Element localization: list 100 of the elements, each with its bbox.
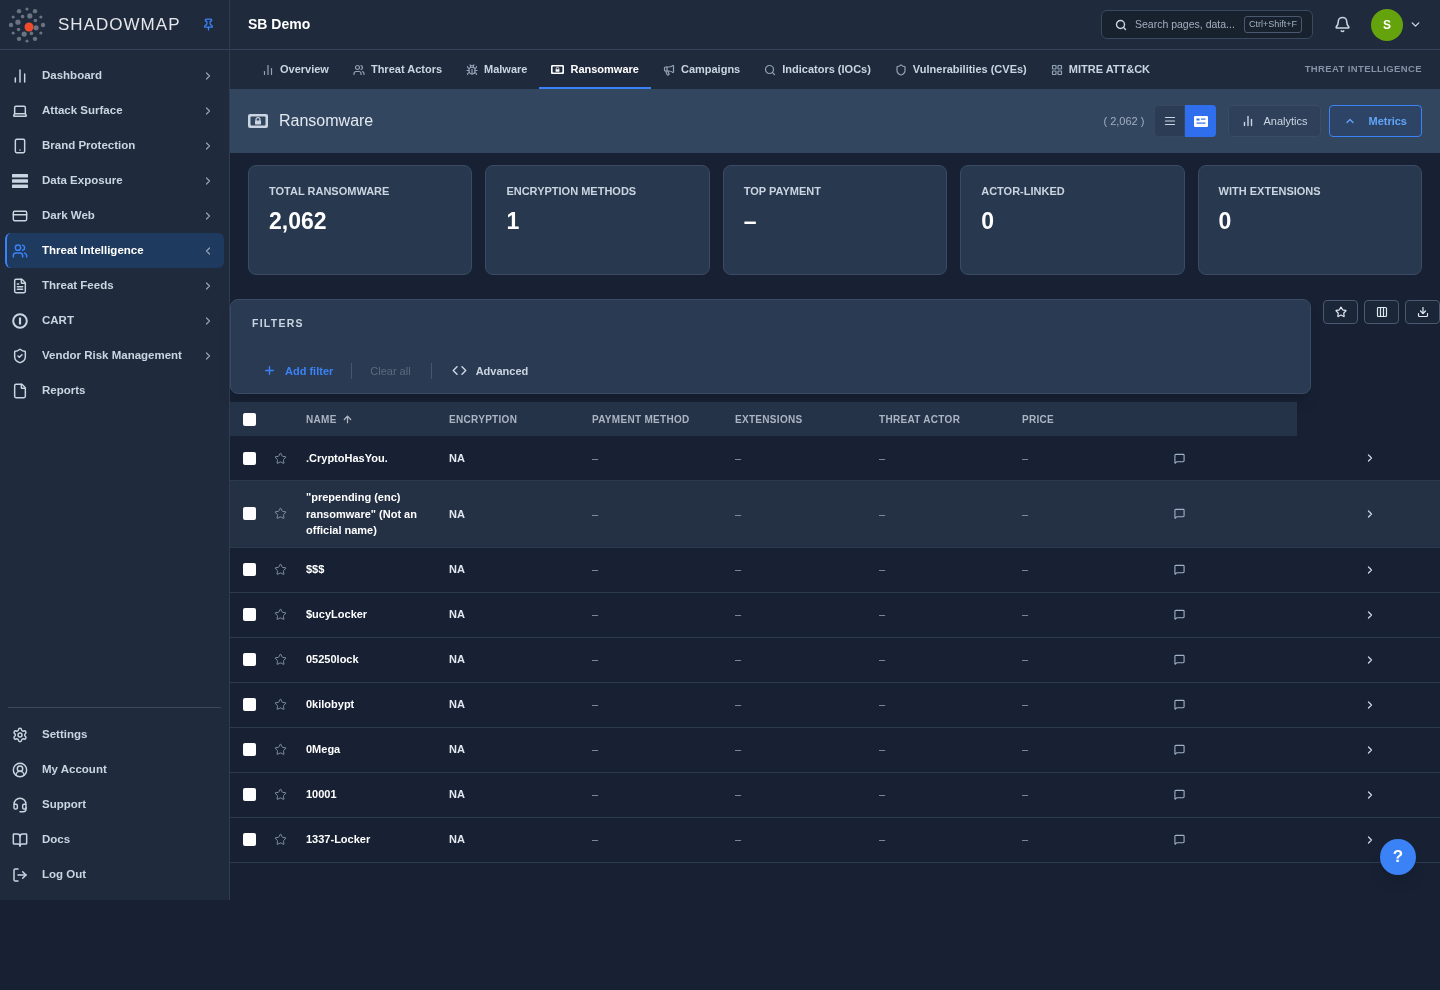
bell-icon[interactable] <box>1334 16 1351 33</box>
tab[interactable]: Indicators (IOCs) <box>752 50 883 89</box>
sidebar-item[interactable]: Dashboard <box>5 58 224 93</box>
table-cell-text: – <box>879 742 886 758</box>
table-cell-text: – <box>592 742 599 758</box>
bug-icon <box>466 63 479 76</box>
column-header[interactable]: THREAT ACTOR <box>879 411 961 427</box>
column-header[interactable]: ENCRYPTION <box>449 411 518 427</box>
section-label: THREAT INTELLIGENCE <box>1304 62 1422 77</box>
headset-icon <box>12 796 28 813</box>
star-icon[interactable] <box>274 608 287 621</box>
star-icon[interactable] <box>274 833 287 846</box>
favorite-button[interactable] <box>1323 300 1358 324</box>
pin-icon[interactable] <box>202 18 215 31</box>
stat-label: TOP PAYMENT <box>743 184 823 199</box>
sidebar-item[interactable]: CART <box>5 303 224 338</box>
settings-icon <box>12 726 28 743</box>
tab[interactable]: MITRE ATT&CK <box>1038 50 1163 89</box>
table-cell-text: – <box>1022 607 1029 623</box>
comment-icon[interactable] <box>1174 654 1185 665</box>
table-cell-text: – <box>592 832 599 848</box>
comment-icon[interactable] <box>1174 609 1185 620</box>
tab[interactable]: Overview <box>250 50 341 89</box>
table-cell-text: – <box>735 562 742 578</box>
star-icon[interactable] <box>274 451 287 465</box>
column-header[interactable]: PAYMENT METHOD <box>592 411 690 427</box>
comment-icon[interactable] <box>1174 834 1185 845</box>
bar-chart-icon <box>1242 115 1255 127</box>
sidebar-item[interactable]: Support <box>5 787 224 822</box>
comment-icon[interactable] <box>1174 699 1185 710</box>
table-cell-text: – <box>879 450 886 466</box>
table-cell-text: NA <box>449 450 465 466</box>
column-header[interactable]: EXTENSIONS <box>735 411 803 427</box>
sidebar-item[interactable]: Threat Intelligence <box>5 233 224 268</box>
row-checkbox[interactable] <box>243 653 256 666</box>
search-input[interactable]: Search pages, data... <box>1135 16 1239 33</box>
user-circle-icon <box>12 761 28 778</box>
sidebar-item[interactable]: Data Exposure <box>5 163 224 198</box>
table-cell-text: – <box>735 652 742 668</box>
comment-icon[interactable] <box>1174 744 1185 755</box>
sidebar-item[interactable]: Brand Protection <box>5 128 224 163</box>
table-cell-text: $ucyLocker <box>306 607 368 623</box>
comment-icon[interactable] <box>1174 789 1185 800</box>
star-icon[interactable] <box>274 698 287 711</box>
sidebar-item[interactable]: Threat Feeds <box>5 268 224 303</box>
advanced-button[interactable]: Advanced <box>451 362 529 379</box>
star-icon[interactable] <box>274 743 287 756</box>
row-checkbox[interactable] <box>243 833 256 846</box>
tab[interactable]: Vulnerabilities (CVEs) <box>882 50 1039 89</box>
row-checkbox[interactable] <box>243 507 256 521</box>
table-row[interactable]: "prepending (enc) ransomware" (Not an official name) NA – – – – <box>230 481 1440 548</box>
search-icon <box>1115 18 1127 31</box>
tab[interactable]: Malware <box>454 50 540 89</box>
search-icon <box>764 63 777 76</box>
row-checkbox[interactable] <box>243 563 256 576</box>
sidebar-item[interactable]: Log Out <box>5 857 224 892</box>
sidebar-item[interactable]: Attack Surface <box>5 93 224 128</box>
table-cell-text: – <box>879 506 886 522</box>
column-header[interactable]: NAME <box>306 411 353 427</box>
sidebar-item[interactable]: Reports <box>5 373 224 408</box>
star-icon[interactable] <box>274 507 287 521</box>
comment-icon[interactable] <box>1174 452 1185 464</box>
star-icon[interactable] <box>274 563 287 576</box>
view-toggle[interactable] <box>1154 105 1186 137</box>
sidebar-item[interactable]: Settings <box>5 717 224 752</box>
sidebar-item[interactable]: My Account <box>5 752 224 787</box>
star-icon[interactable] <box>274 653 287 666</box>
sidebar-item[interactable]: Docs <box>5 822 224 857</box>
row-checkbox[interactable] <box>243 608 256 621</box>
table-cell-text: 1337-Locker <box>306 832 371 848</box>
analytics-button[interactable]: Analytics <box>1228 105 1322 137</box>
tab[interactable]: Campaigns <box>650 50 753 89</box>
table-cell-text: – <box>592 506 599 522</box>
bar-chart-icon <box>262 63 274 76</box>
star-icon[interactable] <box>274 788 287 801</box>
row-checkbox[interactable] <box>243 788 256 801</box>
view-toggle[interactable] <box>1185 105 1217 137</box>
comment-icon[interactable] <box>1174 508 1185 520</box>
table-cell-text: – <box>592 697 599 713</box>
row-checkbox[interactable] <box>243 743 256 756</box>
table-cell-text: $$$ <box>306 562 325 578</box>
table-cell-text: – <box>735 506 742 522</box>
shortcut-hint: Ctrl+Shift+F <box>1244 15 1302 34</box>
column-header[interactable]: PRICE <box>1022 411 1055 427</box>
sidebar-item[interactable]: Dark Web <box>5 198 224 233</box>
row-checkbox[interactable] <box>243 698 256 711</box>
comment-icon[interactable] <box>1174 564 1185 575</box>
table-cell-text: NA <box>449 697 465 713</box>
tab[interactable]: Threat Actors <box>340 50 455 89</box>
star-icon <box>1334 306 1347 318</box>
row-checkbox[interactable] <box>243 451 256 465</box>
search-field[interactable]: Search pages, data... Ctrl+Shift+F <box>1101 10 1313 39</box>
columns-button[interactable] <box>1364 300 1399 324</box>
help-button[interactable]: ? <box>1380 839 1416 875</box>
sidebar-item[interactable]: Vendor Risk Management <box>5 338 224 373</box>
metrics-button[interactable]: Metrics <box>1329 105 1422 137</box>
plus-icon <box>263 364 276 378</box>
download-button[interactable] <box>1405 300 1440 324</box>
select-all-checkbox[interactable] <box>243 412 256 426</box>
table-cell-text: – <box>735 697 742 713</box>
